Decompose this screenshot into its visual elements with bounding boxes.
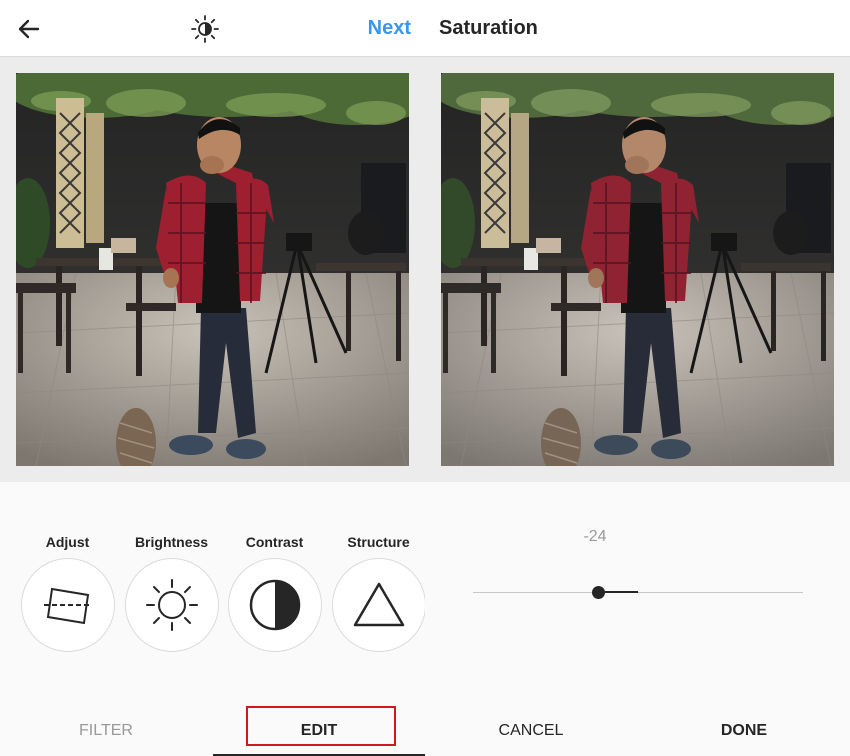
slider-thumb[interactable]	[592, 586, 606, 599]
tools-strip[interactable]: Adjust Brightness Contrast Structure	[0, 482, 425, 692]
triangle-icon	[353, 582, 404, 627]
saturation-slider[interactable]	[473, 581, 803, 605]
top-bar: Saturation	[425, 0, 850, 57]
tool-contrast[interactable]: Contrast	[227, 534, 322, 652]
photo-preview-area	[425, 57, 850, 482]
slider-value: -24	[583, 528, 607, 545]
tool-adjust[interactable]: Adjust	[20, 534, 115, 652]
top-bar: Next	[0, 0, 425, 57]
slider-track	[473, 592, 803, 593]
cancel-button[interactable]: CANCEL	[425, 706, 637, 756]
brightness-sun-icon	[145, 579, 198, 631]
lux-sun-icon[interactable]	[190, 14, 220, 44]
tool-label: Adjust	[45, 534, 90, 550]
tool-label: Structure	[347, 534, 410, 550]
page-title: Saturation	[439, 17, 538, 39]
saturation-panel: Saturation -24 CANCEL DONE	[425, 0, 850, 756]
tab-filter[interactable]: FILTER	[0, 706, 212, 756]
tab-edit[interactable]: EDIT	[213, 706, 425, 756]
photo-preview	[16, 73, 409, 466]
tool-label: Contrast	[245, 534, 304, 550]
tool-brightness[interactable]: Brightness	[124, 534, 219, 652]
edit-panel: Next Adjust Brightness Contrast Structur…	[0, 0, 425, 756]
tool-label: Brightness	[134, 534, 209, 550]
arrow-left-icon[interactable]	[14, 14, 44, 44]
photo-preview-area	[0, 57, 425, 482]
contrast-icon	[249, 579, 300, 631]
tool-structure[interactable]: Structure	[331, 534, 425, 652]
adjust-icon	[43, 587, 92, 625]
photo-preview	[441, 73, 834, 466]
next-button[interactable]: Next	[368, 17, 411, 40]
done-button[interactable]: DONE	[638, 706, 850, 756]
